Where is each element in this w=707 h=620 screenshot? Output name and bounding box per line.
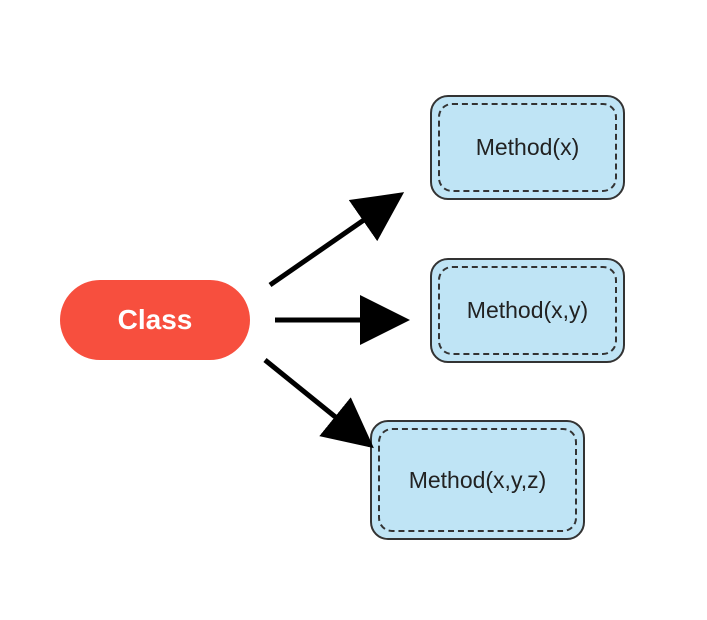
method-node-2: Method(x,y) [430, 258, 625, 363]
method-node-3: Method(x,y,z) [370, 420, 585, 540]
class-node: Class [60, 280, 250, 360]
method-node-1: Method(x) [430, 95, 625, 200]
method-label-3: Method(x,y,z) [409, 467, 547, 494]
class-label: Class [118, 304, 193, 336]
arrow-1 [270, 195, 400, 285]
method-label-1: Method(x) [476, 134, 580, 161]
arrow-3 [265, 360, 370, 445]
method-label-2: Method(x,y) [467, 297, 588, 324]
